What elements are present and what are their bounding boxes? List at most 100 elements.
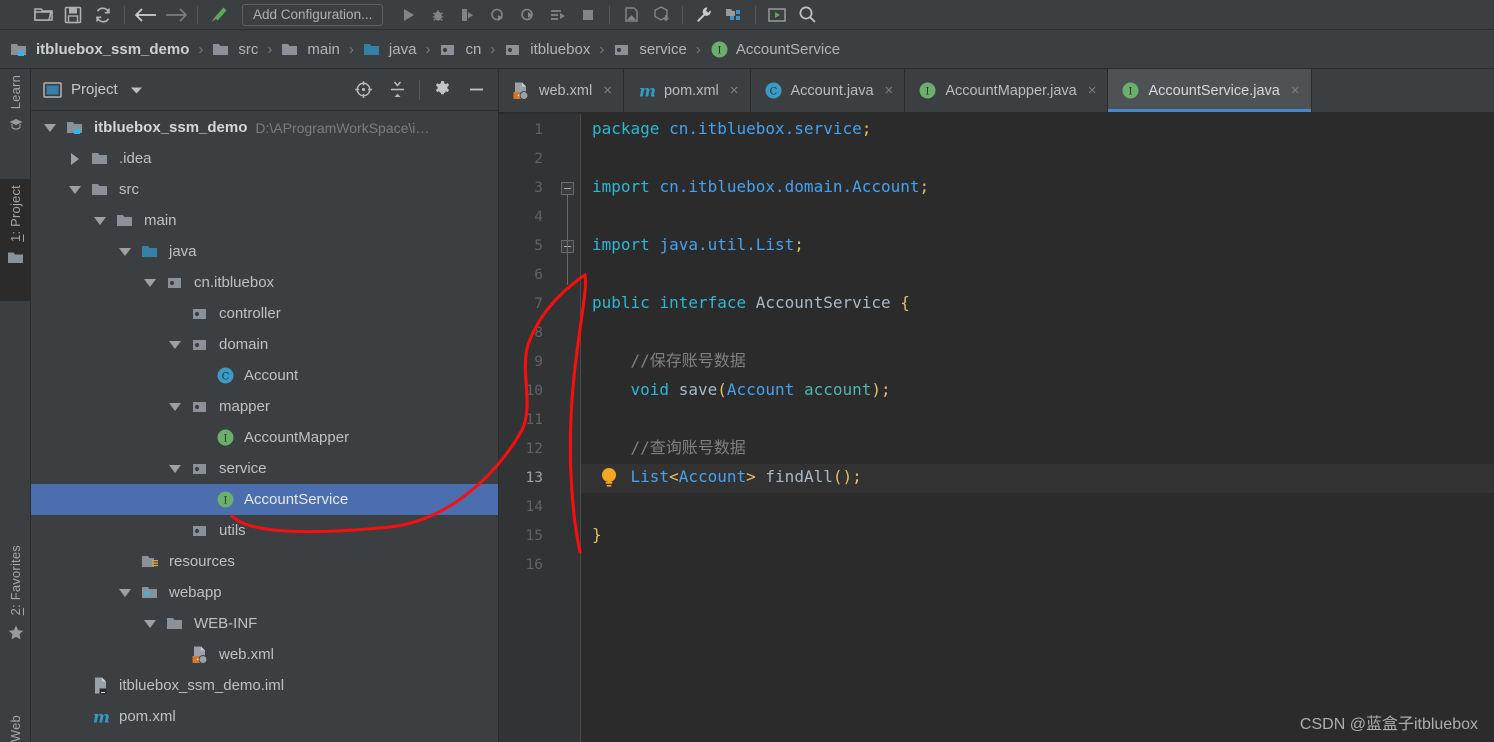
hammer-icon[interactable] xyxy=(204,2,234,28)
breadcrumb-item-accountservice[interactable]: I AccountService xyxy=(710,40,840,59)
intention-bulb-icon[interactable] xyxy=(599,464,621,493)
settings-wrench-icon[interactable] xyxy=(689,2,719,28)
debug-icon[interactable] xyxy=(423,2,453,28)
tree-row[interactable]: cn.itbluebox xyxy=(31,267,498,298)
editor-tab-web-xml[interactable]: < web.xml × xyxy=(499,69,624,112)
tree-row[interactable]: < web.xml xyxy=(31,639,498,670)
tree-expand-toggle[interactable] xyxy=(62,185,88,194)
tree-row[interactable]: java xyxy=(31,236,498,267)
tree-expand-toggle[interactable] xyxy=(162,464,188,473)
profile-cpu-icon[interactable] xyxy=(513,2,543,28)
tree-row[interactable]: WEB-INF xyxy=(31,608,498,639)
editor-tab-accountmapper-java[interactable]: I AccountMapper.java × xyxy=(905,69,1109,112)
tree-expand-toggle[interactable] xyxy=(137,278,163,287)
search-everywhere-icon[interactable] xyxy=(792,2,822,28)
chevron-down-icon[interactable] xyxy=(130,82,143,98)
tree-expand-toggle[interactable] xyxy=(112,588,138,597)
tree-row[interactable]: utils xyxy=(31,515,498,546)
collapse-all-icon[interactable] xyxy=(381,76,413,104)
chevron-down-icon[interactable] xyxy=(44,123,56,132)
chevron-down-icon[interactable] xyxy=(169,340,181,349)
tree-row[interactable]: service xyxy=(31,453,498,484)
stripe-button-favorites[interactable]: 2: Favorites xyxy=(0,539,31,671)
profile-icon[interactable] xyxy=(483,2,513,28)
breadcrumb-item-itbluebox[interactable]: itbluebox xyxy=(504,41,590,58)
code-text[interactable]: package cn.itbluebox.service; import cn.… xyxy=(581,114,1494,742)
tree-row[interactable]: I AccountMapper xyxy=(31,422,498,453)
sync-icon[interactable] xyxy=(88,2,118,28)
tree-row[interactable]: m pom.xml xyxy=(31,701,498,732)
close-icon[interactable]: × xyxy=(885,83,894,98)
chevron-down-icon[interactable] xyxy=(144,619,156,628)
tree-row[interactable]: C Account xyxy=(31,360,498,391)
tree-expand-toggle[interactable] xyxy=(162,402,188,411)
stripe-button-project[interactable]: 1: Project xyxy=(0,179,31,301)
folder-icon xyxy=(91,183,107,195)
editor-gutter[interactable]: 1 2 3 4 5 6 7 8 9 10 11 12 13 14 15 16 xyxy=(499,114,581,742)
tree-row[interactable]: mapper xyxy=(31,391,498,422)
close-icon[interactable]: × xyxy=(603,83,612,98)
tree-node-path: D:\AProgramWorkSpace\i… xyxy=(255,119,430,136)
tree-row-selected[interactable]: I AccountService xyxy=(31,484,498,515)
tree-expand-toggle[interactable] xyxy=(87,216,113,225)
code-token: //查询账号数据 xyxy=(592,438,746,457)
save-icon[interactable] xyxy=(58,2,88,28)
editor-tab-pom-xml[interactable]: m pom.xml × xyxy=(623,69,751,112)
locate-icon[interactable] xyxy=(347,76,379,104)
tree-row[interactable]: resources xyxy=(31,546,498,577)
tree-row[interactable]: main xyxy=(31,205,498,236)
run-configuration-selector[interactable]: Add Configuration... xyxy=(242,3,384,26)
breadcrumb-item-service[interactable]: service xyxy=(613,41,687,58)
gear-icon[interactable] xyxy=(426,76,458,104)
back-arrow-icon[interactable] xyxy=(131,2,161,28)
chevron-down-icon[interactable] xyxy=(69,185,81,194)
run-coverage-icon[interactable] xyxy=(453,2,483,28)
chevron-down-icon[interactable] xyxy=(119,247,131,256)
run-with-icon[interactable] xyxy=(543,2,573,28)
editor-tab-accountservice-java[interactable]: I AccountService.java × xyxy=(1108,69,1312,112)
tree-row[interactable]: .idea xyxy=(31,143,498,174)
run-anything-icon[interactable] xyxy=(762,2,792,28)
stripe-button-web[interactable]: Web xyxy=(0,709,31,742)
project-structure-icon[interactable] xyxy=(719,2,749,28)
commit-icon[interactable] xyxy=(646,2,676,28)
tree-expand-toggle[interactable] xyxy=(137,619,163,628)
chevron-right-icon[interactable] xyxy=(71,152,79,165)
tree-row[interactable]: controller xyxy=(31,298,498,329)
tree-row[interactable]: domain xyxy=(31,329,498,360)
close-icon[interactable]: × xyxy=(1291,83,1300,98)
close-icon[interactable]: × xyxy=(730,83,739,98)
tree-row[interactable]: src xyxy=(31,174,498,205)
tree-expand-toggle[interactable] xyxy=(62,152,88,165)
tree-expand-toggle[interactable] xyxy=(37,123,63,132)
close-icon[interactable]: × xyxy=(1088,83,1097,98)
minimize-icon[interactable] xyxy=(460,76,492,104)
editor-tab-account-java[interactable]: C Account.java × xyxy=(750,69,906,112)
tree-row[interactable]: itbluebox_ssm_demo D:\AProgramWorkSpace\i… xyxy=(31,112,498,143)
chevron-down-icon[interactable] xyxy=(144,278,156,287)
breadcrumb-item-java[interactable]: java xyxy=(363,41,416,58)
tree-expand-toggle[interactable] xyxy=(162,340,188,349)
code-editor[interactable]: 1 2 3 4 5 6 7 8 9 10 11 12 13 14 15 16 package cn.itblu… xyxy=(499,114,1494,742)
run-icon[interactable] xyxy=(393,2,423,28)
tree-node-icon-slot xyxy=(188,399,212,415)
breadcrumb-item-cn[interactable]: cn xyxy=(439,41,481,58)
stripe-button-learn[interactable]: Learn xyxy=(0,69,31,177)
package-icon xyxy=(192,525,206,536)
project-tree[interactable]: itbluebox_ssm_demo D:\AProgramWorkSpace\i… xyxy=(31,112,498,742)
open-folder-icon[interactable] xyxy=(28,2,58,28)
tree-row[interactable]: itbluebox_ssm_demo.iml xyxy=(31,670,498,701)
editor-tab-label: pom.xml xyxy=(663,82,719,99)
tree-expand-toggle[interactable] xyxy=(112,247,138,256)
chevron-down-icon[interactable] xyxy=(169,464,181,473)
breadcrumb-item-project[interactable]: itbluebox_ssm_demo xyxy=(10,41,189,58)
breadcrumb-item-main[interactable]: main xyxy=(281,41,340,58)
chevron-down-icon[interactable] xyxy=(94,216,106,225)
chevron-down-icon[interactable] xyxy=(169,402,181,411)
stop-icon[interactable] xyxy=(573,2,603,28)
update-project-icon[interactable] xyxy=(616,2,646,28)
forward-arrow-icon[interactable] xyxy=(161,2,191,28)
chevron-down-icon[interactable] xyxy=(119,588,131,597)
tree-row[interactable]: webapp xyxy=(31,577,498,608)
breadcrumb-item-src[interactable]: src xyxy=(212,41,258,58)
